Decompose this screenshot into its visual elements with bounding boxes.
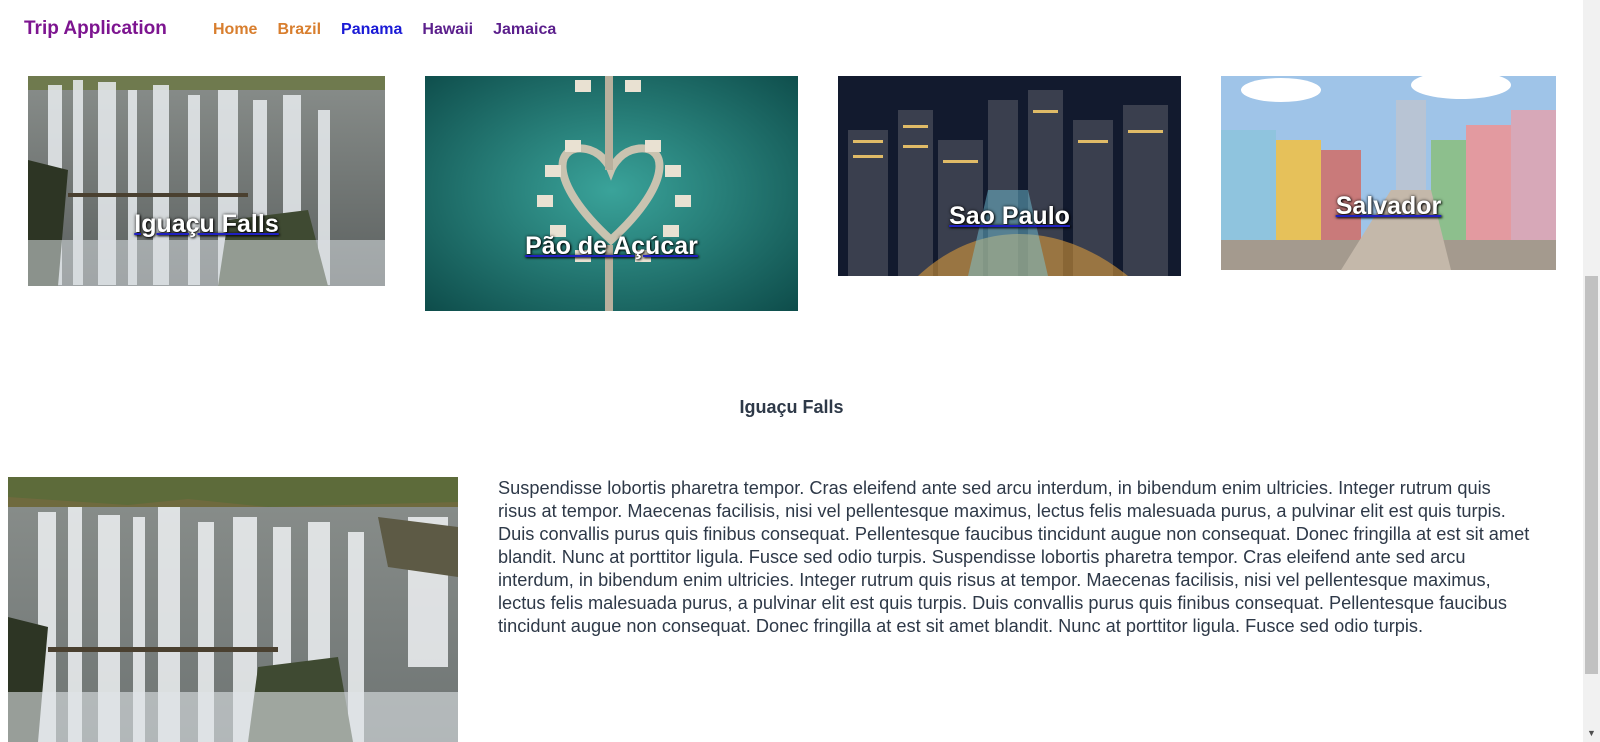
page-scrollbar[interactable]: ▼ <box>1583 0 1600 742</box>
destination-card-sao-paulo[interactable]: Sao Paulo <box>838 70 1181 276</box>
detail-image <box>8 477 458 742</box>
nav-jamaica[interactable]: Jamaica <box>493 21 556 39</box>
destination-card-iguacu[interactable]: Iguaçu Falls <box>28 70 385 286</box>
detail-title: Iguaçu Falls <box>739 397 844 417</box>
card-title[interactable]: Iguaçu Falls <box>28 210 385 239</box>
card-title[interactable]: Salvador <box>1221 192 1556 221</box>
destination-card-pao-de-acucar[interactable]: Pão de Açúcar <box>425 70 798 311</box>
card-title[interactable]: Sao Paulo <box>838 202 1181 231</box>
waterfall-photo <box>8 477 458 742</box>
nav-panama[interactable]: Panama <box>341 21 402 39</box>
main-nav: Home Brazil Panama Hawaii Jamaica <box>213 21 576 39</box>
card-title[interactable]: Pão de Açúcar <box>425 232 798 261</box>
nav-hawaii[interactable]: Hawaii <box>422 21 473 39</box>
top-navbar: Trip Application Home Brazil Panama Hawa… <box>0 0 1583 76</box>
city-night-photo <box>838 70 1181 276</box>
nav-home[interactable]: Home <box>213 21 257 39</box>
scroll-down-arrow-icon[interactable]: ▼ <box>1583 725 1600 742</box>
nav-brazil[interactable]: Brazil <box>277 21 321 39</box>
scrollbar-thumb[interactable] <box>1585 276 1598 674</box>
destination-card-salvador[interactable]: Salvador <box>1221 70 1556 270</box>
brand-link[interactable]: Trip Application <box>24 18 167 40</box>
resort-aerial-photo <box>425 70 798 311</box>
detail-description: Suspendisse lobortis pharetra tempor. Cr… <box>498 478 1530 636</box>
waterfall-photo <box>28 70 385 286</box>
colonial-street-photo <box>1221 70 1556 270</box>
